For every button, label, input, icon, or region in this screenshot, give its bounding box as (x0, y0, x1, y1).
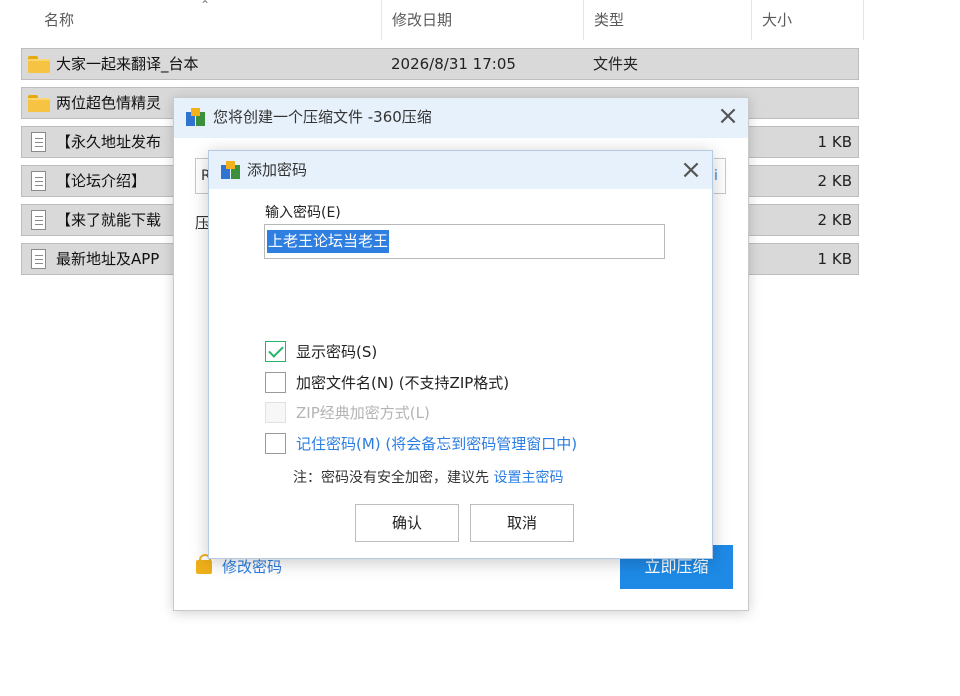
zip-classic-checkbox (265, 402, 286, 423)
folder-icon (28, 55, 50, 73)
file-name: 两位超色情精灵 (56, 94, 162, 112)
file-type: 文件夹 (593, 55, 639, 73)
security-note: 注：密码没有安全加密，建议先 设置主密码 (293, 467, 563, 487)
document-icon (28, 249, 50, 269)
dialog-title: 添加密码 (247, 161, 308, 179)
360-zip-icon (186, 108, 206, 128)
file-date: 2026/8/31 17:05 (391, 55, 516, 73)
file-name: 【论坛介绍】 (56, 172, 147, 190)
confirm-button[interactable]: 确认 (355, 504, 459, 542)
show-password-option[interactable]: 显示密码(S) (265, 341, 377, 363)
file-size: 2 KB (817, 211, 852, 229)
password-value: 上老王论坛当老王 (267, 230, 390, 253)
column-header-size-label: 大小 (762, 11, 793, 29)
set-master-password-link[interactable]: 设置主密码 (493, 470, 563, 486)
360-zip-icon (221, 161, 241, 181)
compress-window-title: 您将创建一个压缩文件 -360压缩 (213, 108, 432, 126)
encrypt-filenames-option[interactable]: 加密文件名(N) (不支持ZIP格式) (265, 372, 509, 394)
zip-classic-label: ZIP经典加密方式(L) (296, 404, 430, 422)
compress-window-titlebar: 您将创建一个压缩文件 -360压缩 × (174, 98, 748, 138)
file-name: 【来了就能下载 (56, 211, 162, 229)
column-header-type[interactable]: 类型 (572, 0, 752, 40)
file-name: 最新地址及APP (56, 250, 160, 268)
file-size: 1 KB (817, 133, 852, 151)
password-input[interactable]: 上老王论坛当老王 (264, 224, 665, 259)
lock-icon (196, 554, 212, 574)
sort-ascending-icon: ⌃ (200, 0, 211, 12)
change-password-label: 修改密码 (222, 558, 283, 576)
column-header-date[interactable]: 修改日期 (370, 0, 584, 40)
remember-password-checkbox[interactable] (265, 433, 286, 454)
show-password-label: 显示密码(S) (296, 343, 378, 361)
column-header-name-label: 名称 (44, 11, 75, 29)
show-password-checkbox[interactable] (265, 341, 286, 362)
remember-password-option[interactable]: 记住密码(M) (将会备忘到密码管理窗口中) (265, 433, 577, 455)
dialog-titlebar: 添加密码 × (209, 151, 712, 189)
change-password-link[interactable]: 修改密码 (196, 554, 283, 577)
file-size: 1 KB (817, 250, 852, 268)
file-size: 2 KB (817, 172, 852, 190)
document-icon (28, 132, 50, 152)
column-header-size[interactable]: 大小 (740, 0, 864, 40)
path-field-right[interactable]: i (714, 158, 726, 194)
add-password-dialog: 添加密码 × 输入密码(E) 上老王论坛当老王 显示密码(S) 加密文件名(N)… (208, 150, 713, 559)
encrypt-filenames-label: 加密文件名(N) (不支持ZIP格式) (296, 374, 510, 392)
remember-password-label: 记住密码(M) (将会备忘到密码管理窗口中) (296, 435, 578, 453)
file-row[interactable]: 大家一起来翻译_台本 2026/8/31 17:05 文件夹 (21, 48, 859, 80)
column-header-bar: 名称 ⌃ 修改日期 类型 大小 (0, 0, 866, 40)
file-name: 【永久地址发布 (56, 133, 162, 151)
column-header-type-label: 类型 (594, 11, 625, 29)
close-icon[interactable]: × (678, 157, 704, 184)
folder-icon (28, 94, 50, 112)
security-note-text: 注：密码没有安全加密，建议先 (293, 470, 489, 486)
file-name: 大家一起来翻译_台本 (56, 55, 199, 73)
column-header-date-label: 修改日期 (392, 11, 453, 29)
cancel-button[interactable]: 取消 (470, 504, 574, 542)
password-label: 输入密码(E) (265, 205, 341, 221)
zip-classic-option: ZIP经典加密方式(L) (265, 402, 430, 424)
document-icon (28, 171, 50, 191)
document-icon (28, 210, 50, 230)
encrypt-filenames-checkbox[interactable] (265, 372, 286, 393)
close-icon[interactable]: × (715, 103, 741, 130)
